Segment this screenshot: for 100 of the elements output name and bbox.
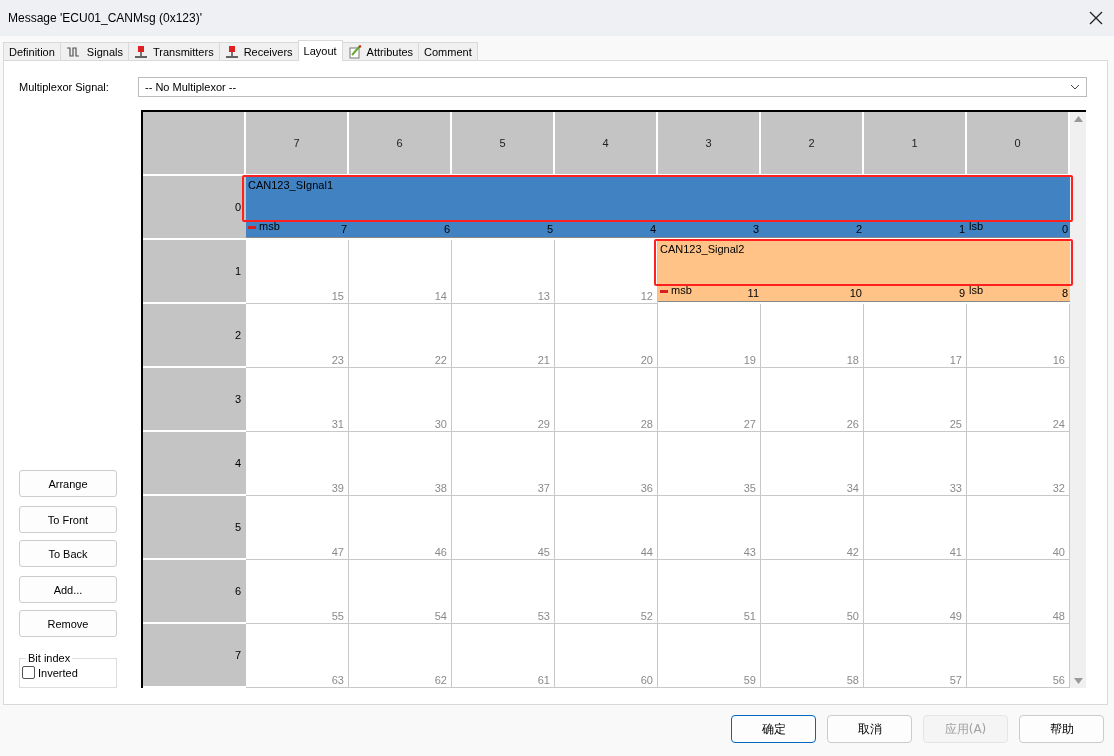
bit-number: 39 <box>331 481 344 495</box>
bit-number: 47 <box>331 545 344 559</box>
tab[interactable]: Signals <box>59 42 129 60</box>
bit-number: 15 <box>331 289 344 303</box>
bit-number: 40 <box>1052 545 1065 559</box>
tab[interactable]: Comment <box>418 42 478 60</box>
side-button[interactable]: To Back <box>19 540 117 567</box>
bit-number: 30 <box>434 417 447 431</box>
bit-number: 17 <box>949 353 962 367</box>
bit-number: 11 <box>747 286 759 301</box>
scroll-down-icon[interactable] <box>1073 678 1083 684</box>
bit-number: 9 <box>958 286 965 301</box>
side-button[interactable]: Remove <box>19 610 117 637</box>
lsb-label: lsb <box>969 219 984 234</box>
column-header: 5 <box>452 112 555 176</box>
bit-number: 5 <box>546 222 553 237</box>
bit-number: 45 <box>537 545 550 559</box>
tab[interactable]: Definition <box>3 42 61 60</box>
scroll-up-icon[interactable] <box>1073 116 1083 122</box>
flag-icon <box>133 45 148 58</box>
bit-number: 10 <box>849 286 862 301</box>
column-header: 0 <box>967 112 1070 176</box>
bit-number: 46 <box>434 545 447 559</box>
bit-number: 58 <box>846 673 859 687</box>
column-header: 1 <box>864 112 967 176</box>
bit-number: 59 <box>743 673 756 687</box>
row-header: 4 <box>143 432 246 496</box>
bit-number: 32 <box>1052 481 1065 495</box>
bit-number: 54 <box>434 609 447 623</box>
row-header: 2 <box>143 304 246 368</box>
dialog-button[interactable]: 帮助 <box>1019 715 1104 743</box>
column-header: 7 <box>246 112 349 176</box>
bit-number: 8 <box>1061 286 1068 301</box>
bit-number: 63 <box>331 673 344 687</box>
bit-number: 29 <box>537 417 550 431</box>
inverted-checkbox[interactable]: Inverted <box>22 666 114 679</box>
window-title: Message 'ECU01_CANMsg (0x123)' <box>8 11 202 25</box>
tab[interactable]: Receivers <box>218 42 299 60</box>
bit-number: 57 <box>949 673 962 687</box>
side-button[interactable]: To Front <box>19 506 117 533</box>
bit-number: 38 <box>434 481 447 495</box>
chevron-icon <box>1070 84 1080 90</box>
bit-number: 6 <box>443 222 450 237</box>
bit-number: 24 <box>1052 417 1065 431</box>
bit-number: 56 <box>1052 673 1065 687</box>
bit-number: 35 <box>743 481 756 495</box>
bit-number: 25 <box>949 417 962 431</box>
waveform-icon <box>65 45 82 58</box>
bit-number: 23 <box>331 353 344 367</box>
tab[interactable]: Attributes <box>341 42 420 60</box>
column-header: 2 <box>761 112 864 176</box>
dialog-button[interactable]: 确定 <box>731 715 816 743</box>
bit-number: 34 <box>846 481 859 495</box>
bit-number: 3 <box>752 222 759 237</box>
bit-number: 16 <box>1052 353 1065 367</box>
bit-number: 49 <box>949 609 962 623</box>
column-header: 3 <box>658 112 761 176</box>
row-header: 3 <box>143 368 246 432</box>
tab[interactable]: Layout <box>297 40 343 61</box>
side-button[interactable]: Add... <box>19 576 117 603</box>
row-header: 0 <box>143 176 246 240</box>
bit-number: 12 <box>640 289 653 303</box>
bit-number: 14 <box>434 289 447 303</box>
dialog-button[interactable]: 取消 <box>827 715 912 743</box>
bit-number: 52 <box>640 609 653 623</box>
bit-number: 28 <box>640 417 653 431</box>
bit-number: 0 <box>1061 222 1068 237</box>
signal-name: CAN123_SIgnal1 <box>248 179 333 191</box>
bit-number: 44 <box>640 545 653 559</box>
lsb-label: lsb <box>969 283 984 298</box>
bit-number: 42 <box>846 545 859 559</box>
bit-number: 26 <box>846 417 859 431</box>
msb-label: msb <box>259 219 280 234</box>
bit-number: 43 <box>743 545 756 559</box>
msb-marker <box>248 226 256 229</box>
bit-number: 22 <box>434 353 447 367</box>
bit-number: 33 <box>949 481 962 495</box>
bit-number: 7 <box>340 222 347 237</box>
row-header: 5 <box>143 496 246 560</box>
tab[interactable]: Transmitters <box>127 42 220 60</box>
bit-number: 31 <box>331 417 344 431</box>
row-header: 1 <box>143 240 246 304</box>
field-label: Multiplexor Signal: <box>19 81 110 93</box>
bit-number: 37 <box>537 481 550 495</box>
bit-number: 51 <box>743 609 756 623</box>
bit-number: 41 <box>949 545 962 559</box>
side-button[interactable]: Arrange <box>19 470 117 497</box>
bit-number: 2 <box>855 222 862 237</box>
bit-number: 62 <box>434 673 447 687</box>
multiplexor-dropdown[interactable]: -- No Multiplexor -- <box>138 77 1087 97</box>
bit-number: 21 <box>537 353 550 367</box>
bit-number: 4 <box>649 222 656 237</box>
msb-marker <box>660 290 668 293</box>
bit-number: 53 <box>537 609 550 623</box>
bit-number: 19 <box>743 353 756 367</box>
bit-number: 20 <box>640 353 653 367</box>
group-title: Bit index <box>27 652 72 664</box>
column-header: 6 <box>349 112 452 176</box>
column-header: 4 <box>555 112 658 176</box>
bit-number: 50 <box>846 609 859 623</box>
